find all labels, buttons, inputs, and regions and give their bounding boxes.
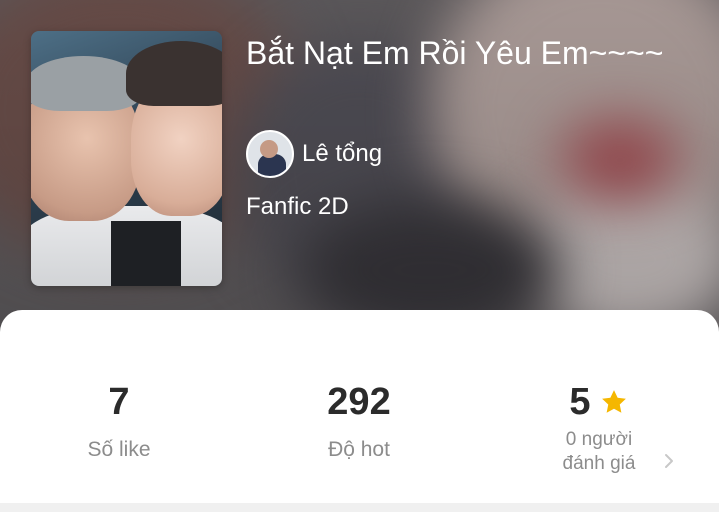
hot-stat: 292 Độ hot — [259, 380, 459, 462]
likes-count: 7 — [108, 381, 130, 423]
author-name[interactable]: Lê tổng — [302, 140, 382, 168]
likes-stat: 7 Số like — [19, 380, 219, 462]
hot-label: Độ hot — [328, 438, 390, 461]
author-row[interactable]: Lê tổng — [246, 130, 382, 178]
chevron-right-icon[interactable] — [660, 450, 678, 472]
stats-card: 7 Số like 292 Độ hot 5 0 người đánh giá — [0, 310, 719, 503]
star-icon — [601, 390, 626, 413]
rating-label-line1: 0 người — [565, 429, 633, 450]
hot-count: 292 — [327, 381, 391, 423]
genre-label: Fanfic 2D — [246, 193, 349, 220]
author-avatar[interactable] — [246, 130, 294, 178]
cover-image[interactable] — [31, 31, 222, 286]
bottom-divider — [0, 503, 719, 512]
likes-label: Số like — [87, 438, 151, 461]
book-title: Bắt Nạt Em Rồi Yêu Em~~~~ — [246, 35, 664, 71]
rating-value: 5 — [569, 381, 591, 423]
